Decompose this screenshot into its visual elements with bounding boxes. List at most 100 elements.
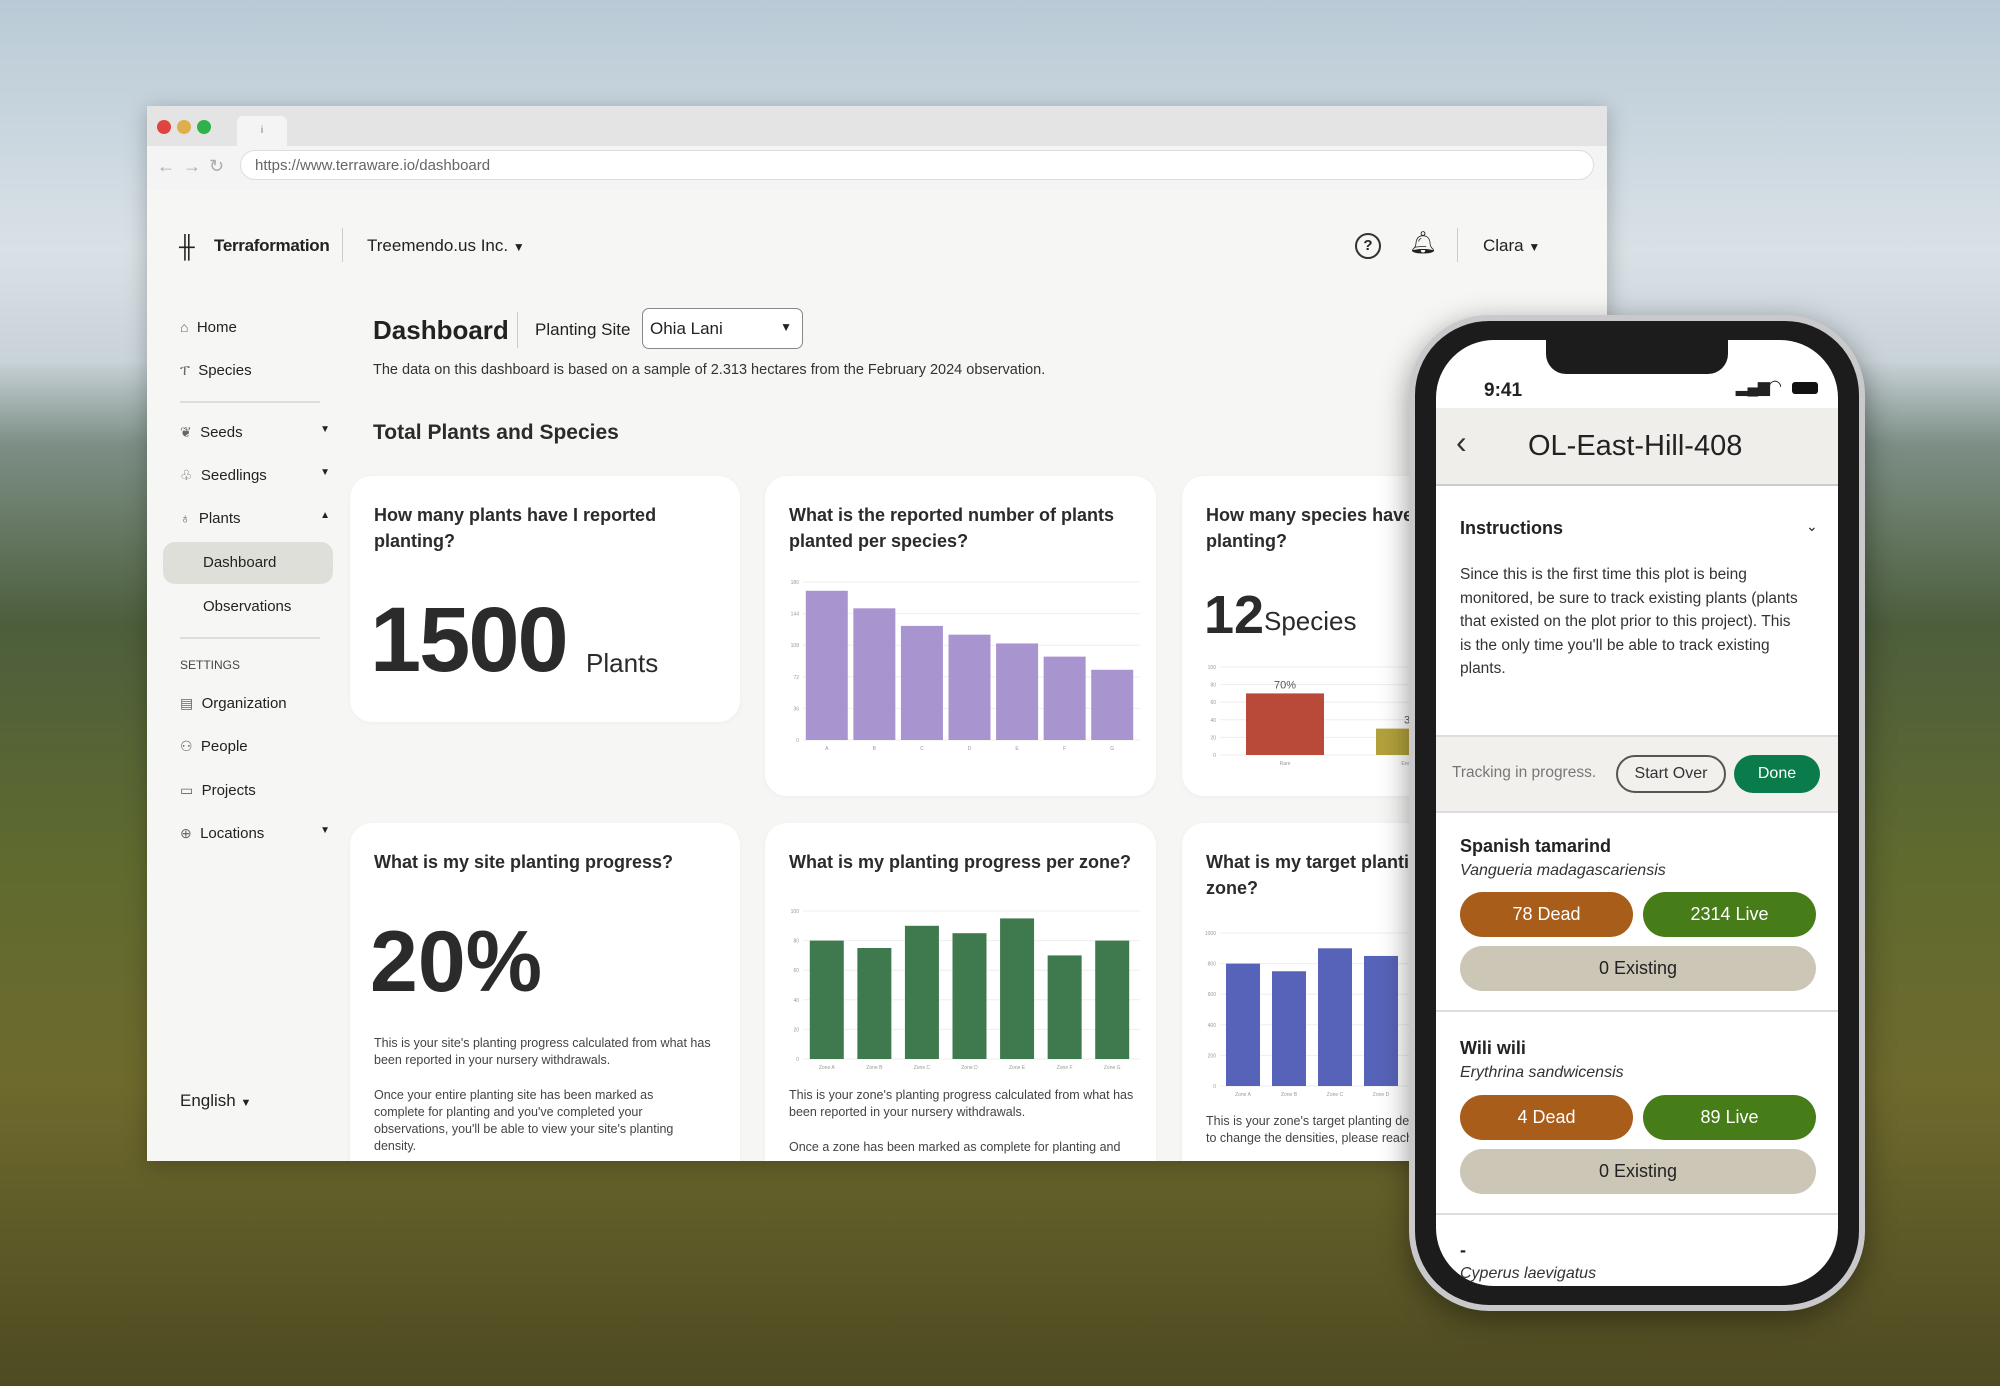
site-progress-value: 20% [370,914,543,1010]
language-label: English [180,1091,236,1110]
divider [1436,1213,1838,1215]
species-scientific-name: Erythrina sandwicensis [1460,1064,1624,1081]
card-question: What is the reported number of plants pl… [789,505,1115,551]
status-time: 9:41 [1484,380,1523,401]
help-icon[interactable]: ? [1355,233,1381,259]
y-tick-label: 80 [1210,683,1216,689]
battery-icon [1792,382,1818,394]
people-icon: ⚇ [180,738,193,754]
sidebar-item-plants[interactable]: ♁ Plants ▲ [180,510,330,527]
total-species-unit: Species [1264,606,1357,636]
x-tick-label: F [1063,746,1066,752]
species-common-name: Spanish tamarind [1460,836,1612,856]
x-tick-label: Zone A [1235,1092,1252,1098]
maximize-window-button[interactable] [197,120,211,134]
phone-screen: 9:41 ▂▄▆ ◠ ‹ OL-East-Hill-408 Instructio… [1436,340,1838,1286]
phone-notch [1546,340,1728,374]
user-menu[interactable]: Clara ▼ [1483,236,1540,256]
live-count-button[interactable]: 2314 Live [1643,892,1816,937]
back-icon[interactable]: ‹ [1456,424,1467,461]
divider [1457,228,1458,262]
bar [1318,948,1352,1086]
forward-icon[interactable]: → [183,156,201,177]
sidebar-item-label: Species [198,362,252,379]
live-count-button[interactable]: 89 Live [1643,1095,1816,1140]
chevron-down-icon[interactable]: ⌄ [1806,518,1818,535]
bell-icon[interactable]: 🔔︎ [1409,230,1437,256]
card-question: What is my site planting progress? [374,852,674,872]
planting-site-select[interactable]: Ohia Lani ▼ [642,308,803,349]
bar [1043,656,1086,740]
chevron-down-icon: ▼ [240,1097,252,1109]
dead-count-button[interactable]: 4 Dead [1460,1095,1633,1140]
y-tick-label: 100 [791,909,800,915]
chevron-down-icon: ▼ [780,320,792,334]
card-description: Once your entire planting site has been … [374,1088,674,1153]
y-tick-label: 0 [1213,1084,1216,1090]
done-button[interactable]: Done [1734,755,1820,793]
bar [996,643,1039,740]
y-tick-label: 20 [793,1027,799,1033]
sidebar-item-seeds[interactable]: ❦ Seeds ▼ [180,424,330,441]
logo-icon: ╫ [179,234,195,259]
logo[interactable]: Terraformation [214,236,330,256]
chevron-down-icon: ▼ [1528,240,1541,254]
x-tick-label: D [968,746,972,752]
sidebar-item-organization[interactable]: ▤ Organization [180,695,287,712]
bar [1095,940,1130,1059]
y-tick-label: 600 [1208,992,1217,998]
section-title: Total Plants and Species [373,421,619,444]
org-name: Treemendo.us Inc. [367,236,509,255]
species-common-name: Wili wili [1460,1038,1526,1058]
divider [180,401,320,403]
dead-count-button[interactable]: 78 Dead [1460,892,1633,937]
close-window-button[interactable] [157,120,171,134]
existing-count-button[interactable]: 0 Existing [1460,946,1816,991]
sidebar-item-people[interactable]: ⚇ People [180,738,248,755]
x-tick-label: Zone B [866,1065,883,1071]
existing-count-button[interactable]: 0 Existing [1460,1149,1816,1194]
x-tick-label: C [920,746,924,752]
plants-icon: ♁ [180,510,191,526]
sidebar-item-home[interactable]: ⌂ Home [180,319,237,336]
sidebar-item-projects[interactable]: ▭ Projects [180,782,256,799]
back-icon[interactable]: ← [157,156,175,177]
minimize-window-button[interactable] [177,120,191,134]
card-description: This is your site's planting progress ca… [374,1036,711,1067]
y-tick-label: 0 [1213,753,1216,759]
x-tick-label: Zone A [819,1065,836,1071]
browser-tab[interactable]: i [237,116,287,146]
x-tick-label: Zone D [1373,1092,1390,1098]
sidebar-item-observations[interactable]: Observations [203,598,291,615]
sidebar-item-label: Plants [198,510,241,527]
x-tick-label: E [1015,746,1019,752]
sidebar-item-dashboard[interactable]: Dashboard [163,542,333,584]
language-selector[interactable]: English ▼ [180,1091,251,1111]
x-tick-label: Zone E [1009,1065,1026,1071]
bar [1226,963,1260,1086]
user-name: Clara [1483,236,1524,255]
y-tick-label: 60 [1210,700,1216,706]
card-description: Once a zone has been marked as complete … [789,1140,1121,1154]
url-bar[interactable]: https://www.terraware.io/dashboard [240,150,1594,180]
sidebar-item-seedlings[interactable]: ♧ Seedlings ▼ [180,467,330,484]
species-icon: ፐ [180,362,190,378]
data-label: 70% [1274,679,1296,691]
zone-progress-chart: 0 20 40 60 80 100 Zone A Zone B Zone C Zone D Zone… [791,909,1140,1071]
species-scientific-name: Vangueria madagascariensis [1460,862,1666,879]
sidebar-item-locations[interactable]: ⊕ Locations ▼ [180,825,330,842]
sidebar-item-label: Dashboard [203,554,277,571]
x-tick-label: Rare [1280,761,1291,767]
start-over-button[interactable]: Start Over [1616,755,1726,793]
planting-site-value: Ohia Lani [650,319,723,338]
x-tick-label: Zone B [1281,1092,1298,1098]
org-selector[interactable]: Treemendo.us Inc. ▼ [367,236,525,256]
total-species-value: 12 [1204,585,1265,645]
sidebar-item-species[interactable]: ፐ Species [180,362,252,379]
divider [517,312,518,348]
y-tick-label: 200 [1208,1053,1217,1059]
bar [904,925,939,1059]
chevron-down-icon: ▼ [320,424,330,435]
reload-icon[interactable]: ↻ [209,156,224,177]
settings-heading: SETTINGS [180,658,241,672]
